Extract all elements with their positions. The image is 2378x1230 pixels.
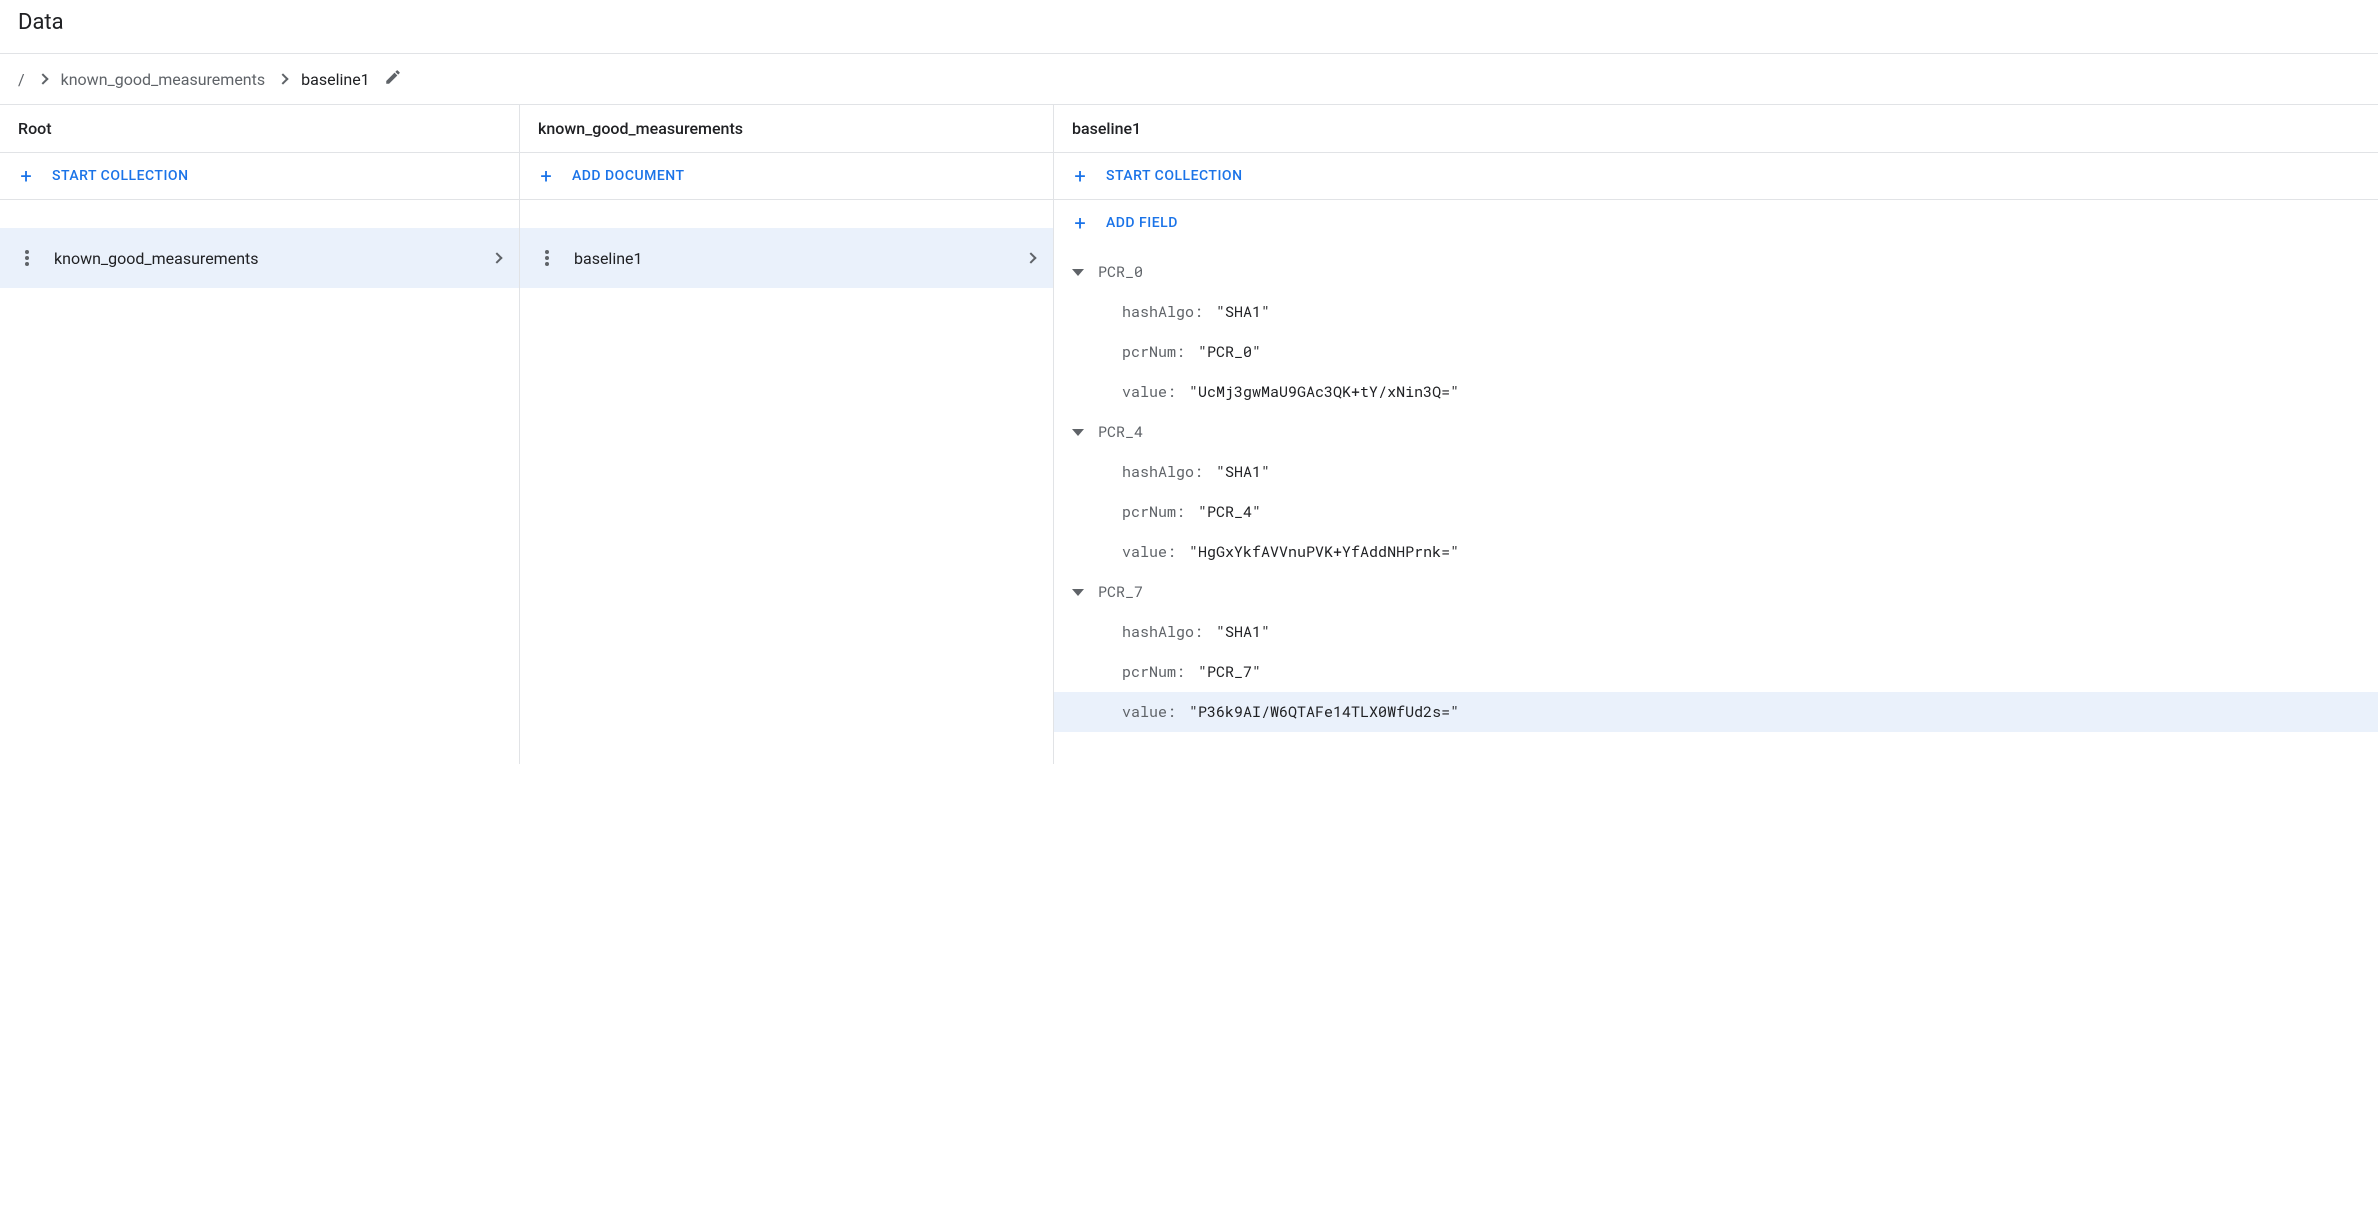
start-collection-button[interactable]: + START COLLECTION <box>1054 153 2378 200</box>
plus-icon: + <box>1072 213 1088 233</box>
colon: : <box>1167 702 1185 722</box>
field-key: value <box>1122 382 1167 402</box>
collection-item[interactable]: known_good_measurements <box>0 228 519 288</box>
pencil-icon[interactable] <box>384 68 402 90</box>
panel-header: Root <box>0 105 519 153</box>
field-leaf[interactable]: hashAlgo: "SHA1" <box>1054 292 2378 332</box>
field-leaf[interactable]: value: "UcMj3gwMaU9GAc3QK+tY/xNin3Q=" <box>1054 372 2378 412</box>
spacer <box>0 200 519 228</box>
plus-icon: + <box>18 166 34 186</box>
field-node[interactable]: PCR_0 <box>1054 252 2378 292</box>
field-leaf[interactable]: value: "HgGxYkfAVVnuPVK+YfAddNHPrnk=" <box>1054 532 2378 572</box>
colon: : <box>1176 662 1194 682</box>
chevron-right-icon <box>491 252 502 263</box>
field-value: "PCR_0" <box>1198 342 1261 362</box>
chevron-right-icon <box>277 73 288 84</box>
chevron-right-icon <box>37 73 48 84</box>
colon: : <box>1194 462 1212 482</box>
action-label: ADD FIELD <box>1106 215 1178 231</box>
colon: : <box>1167 542 1185 562</box>
caret-down-icon <box>1072 589 1084 596</box>
item-label: baseline1 <box>574 249 1027 268</box>
add-document-button[interactable]: + ADD DOCUMENT <box>520 153 1053 200</box>
field-value: "SHA1" <box>1216 462 1270 482</box>
field-name: PCR_0 <box>1098 262 1143 282</box>
breadcrumb-document[interactable]: baseline1 <box>301 70 370 89</box>
plus-icon: + <box>1072 166 1088 186</box>
panels: Root + START COLLECTION known_good_measu… <box>0 104 2378 764</box>
chevron-right-icon <box>1025 252 1036 263</box>
field-value: "P36k9AI/W6QTAFe14TLX0WfUd2s=" <box>1189 702 1459 722</box>
field-name: PCR_4 <box>1098 422 1143 442</box>
field-key: value <box>1122 702 1167 722</box>
item-label: known_good_measurements <box>54 249 493 268</box>
field-leaf[interactable]: pcrNum: "PCR_7" <box>1054 652 2378 692</box>
panel-header: known_good_measurements <box>520 105 1053 153</box>
colon: : <box>1176 342 1194 362</box>
field-value: "PCR_4" <box>1198 502 1261 522</box>
action-label: ADD DOCUMENT <box>572 168 685 184</box>
caret-down-icon <box>1072 269 1084 276</box>
field-leaf[interactable]: pcrNum: "PCR_4" <box>1054 492 2378 532</box>
field-value: "SHA1" <box>1216 622 1270 642</box>
colon: : <box>1176 502 1194 522</box>
panel-header: baseline1 <box>1054 105 2378 153</box>
field-key: pcrNum <box>1122 342 1176 362</box>
panel-collection: known_good_measurements + ADD DOCUMENT b… <box>520 105 1054 764</box>
field-leaf[interactable]: pcrNum: "PCR_0" <box>1054 332 2378 372</box>
document-item[interactable]: baseline1 <box>520 228 1053 288</box>
add-field-button[interactable]: + ADD FIELD <box>1054 200 2378 246</box>
field-node[interactable]: PCR_4 <box>1054 412 2378 452</box>
breadcrumb-collection[interactable]: known_good_measurements <box>61 70 266 89</box>
plus-icon: + <box>538 166 554 186</box>
field-value: "UcMj3gwMaU9GAc3QK+tY/xNin3Q=" <box>1189 382 1459 402</box>
field-leaf[interactable]: value: "P36k9AI/W6QTAFe14TLX0WfUd2s=" <box>1054 692 2378 732</box>
panel-document: baseline1 + START COLLECTION + ADD FIELD… <box>1054 105 2378 764</box>
field-leaf[interactable]: hashAlgo: "SHA1" <box>1054 452 2378 492</box>
colon: : <box>1194 622 1212 642</box>
start-collection-button[interactable]: + START COLLECTION <box>0 153 519 200</box>
field-key: hashAlgo <box>1122 302 1194 322</box>
field-key: pcrNum <box>1122 502 1176 522</box>
field-node[interactable]: PCR_7 <box>1054 572 2378 612</box>
more-vert-icon[interactable] <box>538 250 556 266</box>
action-label: START COLLECTION <box>52 168 189 184</box>
breadcrumb: / known_good_measurements baseline1 <box>0 54 2378 104</box>
field-value: "HgGxYkfAVVnuPVK+YfAddNHPrnk=" <box>1189 542 1459 562</box>
field-key: hashAlgo <box>1122 462 1194 482</box>
field-name: PCR_7 <box>1098 582 1143 602</box>
field-value: "SHA1" <box>1216 302 1270 322</box>
caret-down-icon <box>1072 429 1084 436</box>
field-key: value <box>1122 542 1167 562</box>
more-vert-icon[interactable] <box>18 250 36 266</box>
action-label: START COLLECTION <box>1106 168 1243 184</box>
colon: : <box>1167 382 1185 402</box>
page-title: Data <box>0 0 2378 53</box>
breadcrumb-root[interactable]: / <box>18 70 25 89</box>
field-value: "PCR_7" <box>1198 662 1261 682</box>
spacer <box>520 200 1053 228</box>
colon: : <box>1194 302 1212 322</box>
panel-root: Root + START COLLECTION known_good_measu… <box>0 105 520 764</box>
field-key: pcrNum <box>1122 662 1176 682</box>
field-key: hashAlgo <box>1122 622 1194 642</box>
field-tree: PCR_0hashAlgo: "SHA1"pcrNum: "PCR_0"valu… <box>1054 246 2378 732</box>
field-leaf[interactable]: hashAlgo: "SHA1" <box>1054 612 2378 652</box>
